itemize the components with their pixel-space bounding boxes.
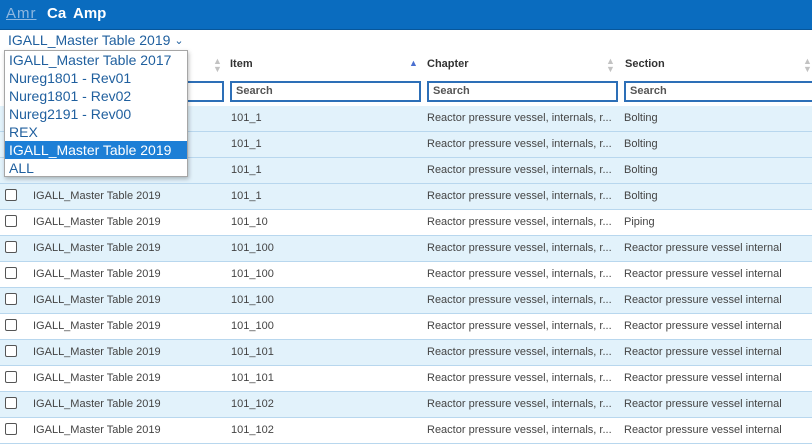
item-cell: 101_1 — [231, 112, 262, 124]
chapter-cell: Reactor pressure vessel, internals, r... — [427, 216, 612, 228]
item-cell: 101_101 — [231, 372, 274, 384]
sort-asc-icon[interactable]: ▲ — [409, 58, 418, 68]
row-checkbox[interactable] — [5, 371, 17, 383]
table-selector-value: IGALL_Master Table 2019 — [8, 32, 171, 48]
item-cell: 101_10 — [231, 216, 268, 228]
section-cell: Bolting — [624, 190, 658, 202]
table-row[interactable]: IGALL_Master Table 2019 101_10 Reactor p… — [0, 210, 812, 236]
section-cell: Reactor pressure vessel internal — [624, 372, 782, 384]
chapter-cell: Reactor pressure vessel, internals, r... — [427, 346, 612, 358]
table-cell: IGALL_Master Table 2019 — [33, 372, 161, 384]
table-row[interactable]: IGALL_Master Table 2019 101_101 Reactor … — [0, 366, 812, 392]
chapter-search-input[interactable]: Search — [427, 81, 618, 102]
sort-icon[interactable]: ▲ ▼ — [803, 57, 812, 74]
table-cell: IGALL_Master Table 2019 — [33, 346, 161, 358]
section-search-input[interactable]: Search — [624, 81, 812, 102]
nav-amr-link[interactable]: Amr — [6, 5, 37, 22]
item-cell: 101_100 — [231, 268, 274, 280]
nav-ca-link[interactable]: Ca — [47, 5, 66, 22]
chevron-down-icon: ⌄ — [174, 35, 184, 47]
sort-icon[interactable]: ▲ ▼ — [213, 57, 222, 74]
table-cell: IGALL_Master Table 2019 — [33, 294, 161, 306]
row-checkbox[interactable] — [5, 189, 17, 201]
section-cell: Bolting — [624, 112, 658, 124]
table-row[interactable]: IGALL_Master Table 2019 101_100 Reactor … — [0, 314, 812, 340]
column-header-section[interactable]: Section — [625, 58, 665, 70]
item-cell: 101_1 — [231, 190, 262, 202]
item-cell: 101_100 — [231, 242, 274, 254]
chapter-cell: Reactor pressure vessel, internals, r... — [427, 320, 612, 332]
top-nav-bar: Amr Ca Amp — [0, 0, 812, 30]
dropdown-option[interactable]: IGALL_Master Table 2017 — [5, 51, 187, 69]
section-cell: Bolting — [624, 164, 658, 176]
item-cell: 101_1 — [231, 138, 262, 150]
section-cell: Reactor pressure vessel internal — [624, 320, 782, 332]
table-row[interactable]: IGALL_Master Table 2019 101_102 Reactor … — [0, 392, 812, 418]
table-row[interactable]: IGALL_Master Table 2019 101_1 Reactor pr… — [0, 184, 812, 210]
chapter-cell: Reactor pressure vessel, internals, r... — [427, 138, 612, 150]
item-search-input[interactable]: Search — [230, 81, 421, 102]
table-row[interactable]: IGALL_Master Table 2019 101_100 Reactor … — [0, 236, 812, 262]
table-cell: IGALL_Master Table 2019 — [33, 320, 161, 332]
column-header-item[interactable]: Item — [230, 58, 253, 70]
section-cell: Reactor pressure vessel internal — [624, 346, 782, 358]
table-cell: IGALL_Master Table 2019 — [33, 242, 161, 254]
section-cell: Reactor pressure vessel internal — [624, 294, 782, 306]
table-row[interactable]: IGALL_Master Table 2019 101_101 Reactor … — [0, 340, 812, 366]
chapter-cell: Reactor pressure vessel, internals, r... — [427, 190, 612, 202]
table-row[interactable]: IGALL_Master Table 2019 101_102 Reactor … — [0, 418, 812, 444]
section-cell: Reactor pressure vessel internal — [624, 398, 782, 410]
dropdown-option[interactable]: Nureg1801 - Rev02 — [5, 87, 187, 105]
table-cell: IGALL_Master Table 2019 — [33, 216, 161, 228]
row-checkbox[interactable] — [5, 423, 17, 435]
row-checkbox[interactable] — [5, 215, 17, 227]
item-cell: 101_1 — [231, 164, 262, 176]
chapter-cell: Reactor pressure vessel, internals, r... — [427, 268, 612, 280]
chapter-cell: Reactor pressure vessel, internals, r... — [427, 398, 612, 410]
dropdown-option[interactable]: REX — [5, 123, 187, 141]
chapter-cell: Reactor pressure vessel, internals, r... — [427, 294, 612, 306]
row-checkbox[interactable] — [5, 319, 17, 331]
table-cell: IGALL_Master Table 2019 — [33, 398, 161, 410]
section-cell: Bolting — [624, 138, 658, 150]
section-cell: Reactor pressure vessel internal — [624, 268, 782, 280]
dropdown-option[interactable]: Nureg1801 - Rev01 — [5, 69, 187, 87]
row-checkbox[interactable] — [5, 293, 17, 305]
table-selector-dropdown: IGALL_Master Table 2017 Nureg1801 - Rev0… — [4, 50, 188, 177]
item-cell: 101_100 — [231, 294, 274, 306]
column-header-chapter[interactable]: Chapter — [427, 58, 469, 70]
row-checkbox[interactable] — [5, 267, 17, 279]
section-cell: Reactor pressure vessel internal — [624, 242, 782, 254]
section-cell: Piping — [624, 216, 655, 228]
dropdown-option-selected[interactable]: IGALL_Master Table 2019 — [5, 141, 187, 159]
nav-amp-link[interactable]: Amp — [73, 5, 106, 22]
sort-icon[interactable]: ▲ ▼ — [606, 57, 615, 74]
row-checkbox[interactable] — [5, 241, 17, 253]
chapter-cell: Reactor pressure vessel, internals, r... — [427, 164, 612, 176]
row-checkbox[interactable] — [5, 397, 17, 409]
chapter-cell: Reactor pressure vessel, internals, r... — [427, 372, 612, 384]
item-cell: 101_102 — [231, 398, 274, 410]
dropdown-option[interactable]: ALL — [5, 159, 187, 177]
item-cell: 101_101 — [231, 346, 274, 358]
table-cell: IGALL_Master Table 2019 — [33, 268, 161, 280]
table-selector[interactable]: IGALL_Master Table 2019 ⌄ — [8, 32, 184, 48]
table-row[interactable]: IGALL_Master Table 2019 101_100 Reactor … — [0, 262, 812, 288]
item-cell: 101_100 — [231, 320, 274, 332]
row-checkbox[interactable] — [5, 345, 17, 357]
chapter-cell: Reactor pressure vessel, internals, r... — [427, 112, 612, 124]
table-cell: IGALL_Master Table 2019 — [33, 190, 161, 202]
table-row[interactable]: IGALL_Master Table 2019 101_100 Reactor … — [0, 288, 812, 314]
chapter-cell: Reactor pressure vessel, internals, r... — [427, 242, 612, 254]
dropdown-option[interactable]: Nureg2191 - Rev00 — [5, 105, 187, 123]
